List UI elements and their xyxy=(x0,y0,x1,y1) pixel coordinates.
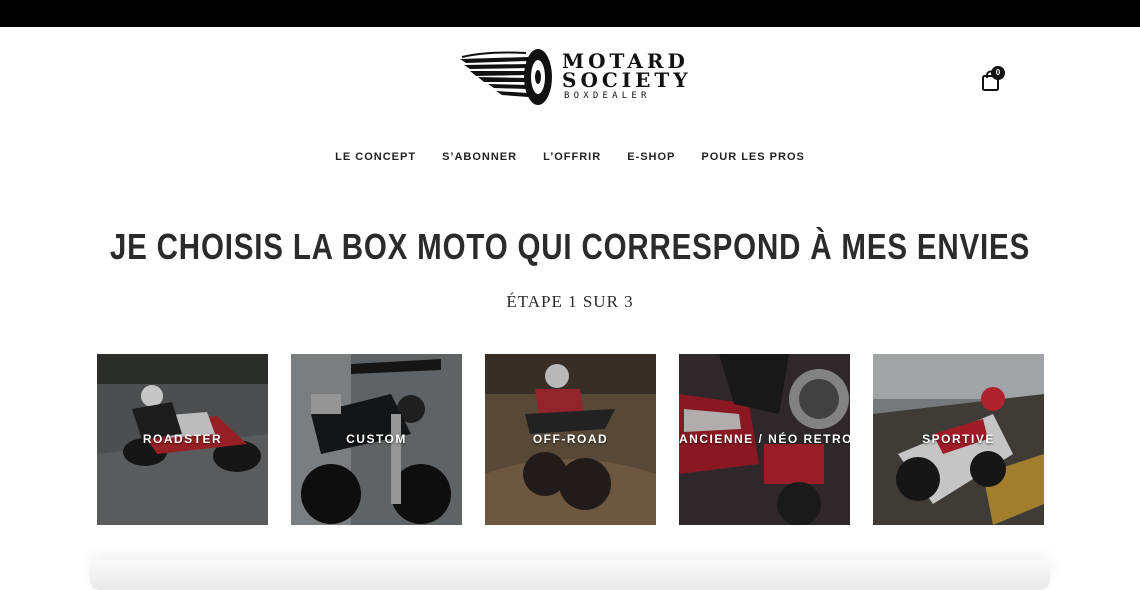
category-tile-ancienne-neo-retro[interactable]: ANCIENNE / NÉO RETRO xyxy=(679,354,850,525)
nav-item-e-shop[interactable]: E-SHOP xyxy=(627,151,675,163)
nav-item-loffrir[interactable]: L’OFFRIR xyxy=(543,151,601,163)
brand-name-line2: SOCIETY xyxy=(562,68,692,92)
winged-wheel-logo-icon xyxy=(460,49,552,105)
cart-count-badge: 0 xyxy=(991,66,1005,80)
category-grid: ROADSTER CUSTOM OFF-ROAD ANCIENNE / NÉO … xyxy=(97,354,1044,525)
category-label: ANCIENNE / NÉO RETRO xyxy=(679,432,850,446)
nav-item-pour-les-pros[interactable]: POUR LES PROS xyxy=(701,151,804,163)
category-label: CUSTOM xyxy=(346,432,407,446)
page-title: JE CHOISIS LA BOX MOTO QUI CORRESPOND À … xyxy=(109,226,1031,267)
section-shadow xyxy=(90,560,1050,590)
brand-tagline: BOXDEALER xyxy=(564,91,651,101)
category-tile-roadster[interactable]: ROADSTER xyxy=(97,354,268,525)
category-tile-sportive[interactable]: SPORTIVE xyxy=(873,354,1044,525)
category-label: OFF-ROAD xyxy=(532,432,609,446)
category-tile-off-road[interactable]: OFF-ROAD xyxy=(485,354,656,525)
category-label: ROADSTER xyxy=(142,432,223,446)
nav-item-sabonner[interactable]: S’ABONNER xyxy=(442,151,517,163)
step-indicator: ÉTAPE 1 SUR 3 xyxy=(506,292,634,311)
top-bar xyxy=(0,0,1140,27)
category-label: SPORTIVE xyxy=(922,432,995,446)
site-logo[interactable]: MOTARD SOCIETY BOXDEALER xyxy=(458,45,688,107)
nav-item-le-concept[interactable]: LE CONCEPT xyxy=(335,151,416,163)
cart-button[interactable]: 0 xyxy=(981,64,1009,92)
category-tile-custom[interactable]: CUSTOM xyxy=(291,354,462,525)
main-nav: LE CONCEPT S’ABONNER L’OFFRIR E-SHOP POU… xyxy=(0,151,1140,163)
